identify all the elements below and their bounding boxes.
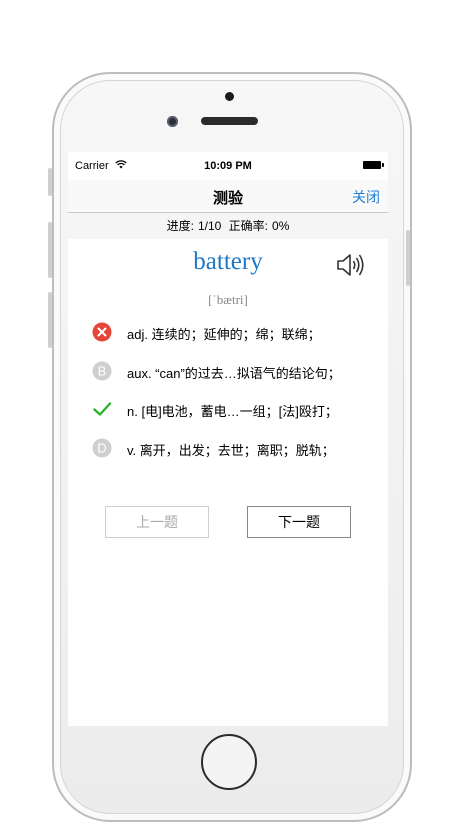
volume-up-button	[48, 222, 52, 278]
option-b[interactable]: B aux. “can”的过去…拟语气的结论句；	[92, 361, 382, 383]
power-button	[406, 230, 410, 286]
option-c[interactable]: n. [电]电池，蓄电…一组；[法]殴打；	[92, 399, 382, 421]
option-c-text: n. [电]电池，蓄电…一组；[法]殴打；	[127, 404, 338, 419]
option-d[interactable]: D v. 离开，出发；去世；离职；脱轨；	[92, 438, 382, 460]
previous-question-button[interactable]: 上一题	[105, 506, 209, 538]
progress-value: 1/10	[197, 219, 222, 233]
speaker-icon[interactable]	[335, 251, 365, 279]
wrong-icon	[92, 322, 112, 342]
checkmark-icon	[92, 399, 112, 419]
close-button[interactable]: 关闭	[352, 187, 380, 207]
battery-icon	[363, 161, 384, 169]
front-camera	[167, 116, 178, 127]
option-a-text: adj. 连续的；延伸的；绵；联绵；	[127, 327, 321, 342]
mute-switch	[48, 168, 52, 196]
progress-label: 进度:	[166, 219, 194, 233]
option-d-text: v. 离开，出发；去世；离职；脱轨；	[127, 443, 335, 458]
progress-summary: 进度: 1/10 正确率: 0%	[68, 213, 388, 239]
accuracy-value: 0%	[272, 219, 290, 233]
status-time: 10:09 PM	[204, 160, 252, 172]
status-bar: Carrier 10:09 PM	[68, 152, 388, 180]
quiz-phonetic: [ˈbætri]	[208, 292, 248, 307]
proximity-sensor	[225, 92, 234, 101]
letter-b-icon: B	[92, 361, 112, 381]
page-title: 测验	[212, 190, 243, 207]
option-b-letter: B	[98, 364, 107, 379]
earpiece-speaker	[201, 117, 258, 125]
option-a[interactable]: adj. 连续的；延伸的；绵；联绵；	[92, 322, 382, 344]
letter-d-icon: D	[92, 438, 112, 458]
volume-down-button	[48, 292, 52, 348]
navigation-bar: 测验 关闭	[68, 180, 388, 213]
next-question-button[interactable]: 下一题	[247, 506, 351, 538]
accuracy-label: 正确率:	[228, 219, 269, 233]
app-screen: Carrier 10:09 PM 测验 关闭 进度: 1/10 正确率: 0% ba…	[68, 152, 388, 726]
option-b-text: aux. “can”的过去…拟语气的结论句；	[127, 366, 341, 381]
option-d-letter: D	[97, 441, 106, 456]
home-button[interactable]	[201, 734, 257, 790]
